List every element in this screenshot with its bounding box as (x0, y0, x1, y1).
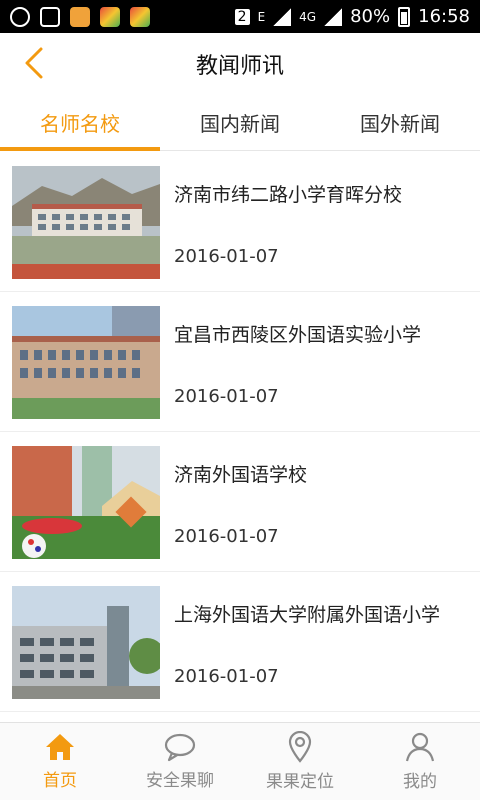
nav-home[interactable]: 首页 (0, 723, 120, 800)
chevron-left-icon (25, 47, 43, 79)
network-4g: 4G (299, 9, 317, 24)
battery-icon (398, 6, 411, 27)
battery-percent: 80% (350, 6, 391, 27)
school-garden-image (12, 446, 160, 559)
back-button[interactable] (14, 43, 54, 83)
system-status: 2 E 4G 80% 16:58 (234, 6, 470, 27)
school-building-image (12, 586, 160, 699)
status-bar: 2 E 4G 80% 16:58 (0, 0, 480, 33)
person-icon (405, 732, 435, 762)
news-title: 上海外国语大学附属外国语小学 (174, 604, 441, 626)
nav-home-label: 首页 (43, 771, 77, 791)
nav-location-label: 果果定位 (266, 772, 334, 792)
network-type: E (257, 9, 266, 24)
app-icon (130, 6, 150, 27)
news-list: 济南市纬二路小学育晖分校 2016-01-07 宜昌市西陵区外国语实验小学 20… (0, 152, 480, 722)
sim-badge: 2 (234, 8, 250, 25)
news-title: 宜昌市西陵区外国语实验小学 (174, 324, 422, 346)
signal-icon (324, 7, 343, 26)
clock: 16:58 (418, 6, 470, 27)
sync-icon (10, 6, 30, 27)
news-title: 济南外国语学校 (174, 464, 308, 486)
list-item[interactable]: 济南市纬二路小学育晖分校 2016-01-07 (0, 152, 480, 292)
item-meta: 宜昌市西陵区外国语实验小学 2016-01-07 (174, 306, 421, 417)
item-meta: 济南外国语学校 2016-01-07 (174, 446, 307, 557)
list-item[interactable]: 宜昌市西陵区外国语实验小学 2016-01-07 (0, 292, 480, 432)
chat-icon (164, 733, 196, 762)
home-icon (46, 734, 74, 760)
news-date: 2016-01-07 (174, 526, 279, 547)
location-icon (288, 731, 312, 763)
app-icon (100, 6, 120, 27)
news-date: 2016-01-07 (174, 386, 279, 407)
nav-safe-chat[interactable]: 安全果聊 (120, 723, 240, 800)
tab-bar: 名师名校 国内新闻 国外新闻 (0, 95, 480, 151)
signal-icon (273, 7, 292, 26)
item-meta: 上海外国语大学附属外国语小学 2016-01-07 (174, 586, 440, 697)
news-date: 2016-01-07 (174, 246, 279, 267)
news-title: 济南市纬二路小学育晖分校 (174, 184, 403, 206)
nav-safe-chat-label: 安全果聊 (146, 771, 214, 791)
nav-profile[interactable]: 我的 (360, 723, 480, 800)
list-item[interactable]: 上海外国语大学附属外国语小学 2016-01-07 (0, 572, 480, 712)
tab-famous-schools[interactable]: 名师名校 (0, 95, 160, 151)
school-building-image (12, 166, 160, 279)
title-bar: 教闻师讯 (0, 33, 480, 95)
item-meta: 济南市纬二路小学育晖分校 2016-01-07 (174, 166, 402, 277)
page-title: 教闻师讯 (195, 54, 284, 79)
app-icon (70, 6, 90, 27)
school-building-image (12, 306, 160, 419)
news-date: 2016-01-07 (174, 666, 279, 687)
tab-domestic-news[interactable]: 国内新闻 (160, 95, 320, 150)
nav-location[interactable]: 果果定位 (240, 723, 360, 800)
nav-profile-label: 我的 (403, 772, 437, 792)
bottom-navigation: 首页 安全果聊 果果定位 我的 (0, 722, 480, 800)
notification-icons (10, 6, 150, 27)
tab-foreign-news[interactable]: 国外新闻 (320, 95, 480, 150)
image-icon (40, 6, 60, 27)
list-item[interactable]: 济南外国语学校 2016-01-07 (0, 432, 480, 572)
